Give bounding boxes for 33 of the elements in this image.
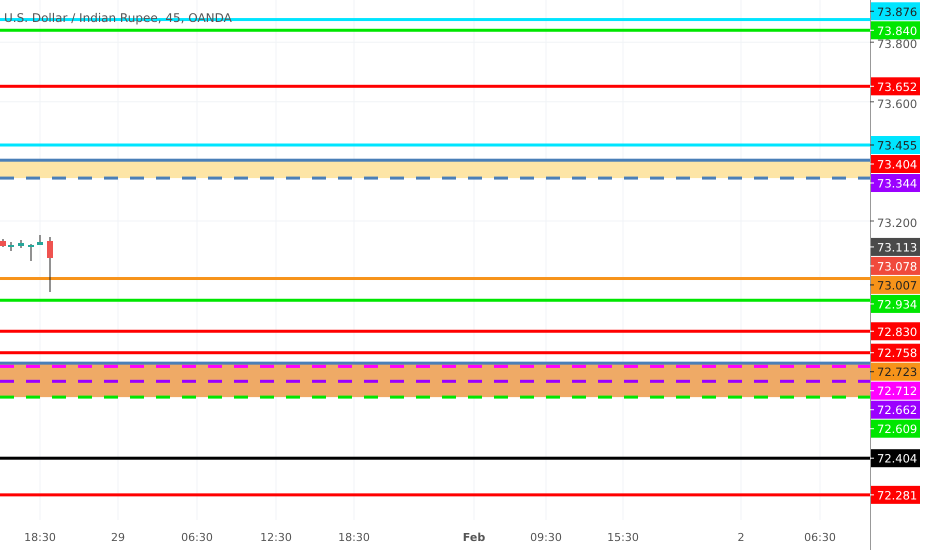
price-label: 72.662 <box>870 400 920 419</box>
axis-tick-label: 29 <box>111 531 125 544</box>
price-label: 72.758 <box>870 344 920 362</box>
axis-tick-label: 73.800 <box>870 37 918 52</box>
axis-tick-label: 15:30 <box>607 531 639 544</box>
price-label: 72.609 <box>870 420 920 438</box>
axis-tick-label: 73.600 <box>870 96 918 111</box>
price-label: 72.934 <box>870 294 920 313</box>
price-label: 73.344 <box>870 174 920 192</box>
price-label: 72.404 <box>870 449 920 468</box>
price-label: 73.113 <box>870 238 920 256</box>
axis-tick-label: 73.200 <box>870 216 918 230</box>
price-label: 73.876 <box>870 2 920 20</box>
price-label: 73.404 <box>870 155 920 173</box>
axis-tick-label: 18:30 <box>338 531 370 544</box>
axis-tick-label: 09:30 <box>530 531 562 544</box>
chart-title: U.S. Dollar / Indian Rupee, 45, OANDA <box>4 11 232 25</box>
price-label: 72.712 <box>870 382 920 400</box>
axis-tick-label: 2 <box>738 531 744 544</box>
axis-tick-label: Feb <box>462 531 486 544</box>
axis-tick-label: 12:30 <box>260 531 292 544</box>
price-label: 73.652 <box>870 77 920 96</box>
price-label: 72.723 <box>870 362 920 381</box>
axis-tick-label: 06:30 <box>181 531 213 544</box>
price-label: 72.830 <box>870 322 920 340</box>
candles-drawing <box>0 234 53 292</box>
axis-tick-label: 18:30 <box>24 531 56 544</box>
price-label: 73.455 <box>870 136 920 154</box>
price-label: 72.281 <box>870 486 920 504</box>
price-label: 73.078 <box>870 256 920 275</box>
axis-tick-label: 06:30 <box>804 531 836 544</box>
price-label: 73.007 <box>870 276 920 294</box>
price-label: 73.840 <box>870 21 920 40</box>
